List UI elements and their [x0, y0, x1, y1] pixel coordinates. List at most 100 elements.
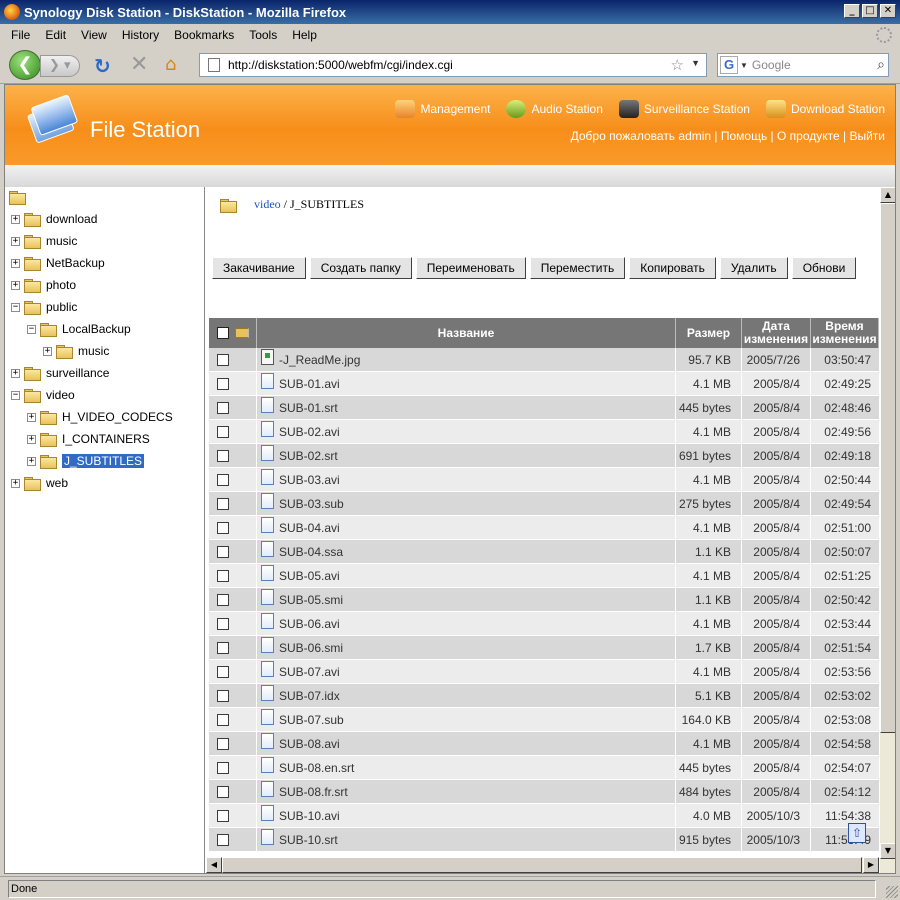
- file-name-cell[interactable]: -J_ReadMe.jpg: [257, 348, 676, 371]
- tree-item-web[interactable]: + web: [11, 473, 68, 493]
- back-button[interactable]: ❮: [9, 50, 41, 80]
- file-name-cell[interactable]: SUB-10.srt: [257, 828, 676, 851]
- delete-button[interactable]: Удалить: [719, 257, 788, 279]
- vertical-scrollbar[interactable]: ▲ ▼: [880, 187, 895, 873]
- scroll-down-button[interactable]: ▼: [880, 843, 895, 859]
- menu-view[interactable]: View: [81, 28, 107, 42]
- row-checkbox[interactable]: [217, 569, 229, 582]
- tree-item-video[interactable]: − video: [11, 385, 75, 405]
- expand-icon[interactable]: +: [11, 280, 20, 290]
- menu-file[interactable]: File: [11, 28, 30, 42]
- minimize-button[interactable]: _: [844, 4, 860, 18]
- table-row[interactable]: SUB-02.avi 4.1 MB 2005/8/4 02:49:56: [209, 420, 879, 444]
- tree-item-j-subtitles[interactable]: + J_SUBTITLES: [27, 451, 145, 471]
- tree-item-music[interactable]: + music: [11, 231, 77, 251]
- collapse-icon[interactable]: −: [11, 390, 20, 400]
- stop-icon[interactable]: ✕: [130, 52, 148, 77]
- table-row[interactable]: SUB-04.avi 4.1 MB 2005/8/4 02:51:00: [209, 516, 879, 540]
- table-row[interactable]: SUB-02.srt 691 bytes 2005/8/4 02:49:18: [209, 444, 879, 468]
- menu-help[interactable]: Help: [292, 28, 317, 42]
- row-checkbox[interactable]: [217, 713, 229, 726]
- tree-item-music[interactable]: + music: [43, 341, 109, 361]
- file-name-cell[interactable]: SUB-05.avi: [257, 564, 676, 587]
- column-date[interactable]: Дата изменения: [742, 318, 811, 348]
- table-row[interactable]: SUB-07.sub 164.0 KB 2005/8/4 02:53:08: [209, 708, 879, 732]
- menu-history[interactable]: History: [122, 28, 159, 42]
- file-name[interactable]: SUB-03.avi: [279, 473, 340, 487]
- file-name[interactable]: SUB-08.avi: [279, 737, 340, 751]
- file-name-cell[interactable]: SUB-01.srt: [257, 396, 676, 419]
- forward-button[interactable]: ❯ ▾: [40, 55, 80, 77]
- scroll-left-button[interactable]: ◀: [206, 857, 222, 873]
- table-row[interactable]: SUB-10.srt 915 bytes2005/10/311:53:49: [209, 828, 879, 852]
- file-name[interactable]: SUB-03.sub: [279, 497, 344, 511]
- management-link[interactable]: Management: [395, 100, 490, 118]
- move-button[interactable]: Переместить: [529, 257, 626, 279]
- menu-edit[interactable]: Edit: [45, 28, 66, 42]
- collapse-icon[interactable]: −: [11, 302, 20, 312]
- file-name[interactable]: SUB-04.avi: [279, 521, 340, 535]
- search-input[interactable]: Google: [752, 58, 791, 72]
- column-name[interactable]: Название: [257, 318, 676, 348]
- tree-item-public[interactable]: − public: [11, 297, 77, 317]
- table-row[interactable]: SUB-08.avi 4.1 MB 2005/8/4 02:54:58: [209, 732, 879, 756]
- select-all-checkbox[interactable]: [216, 327, 229, 339]
- row-checkbox[interactable]: [217, 737, 229, 750]
- file-name-cell[interactable]: SUB-06.smi: [257, 636, 676, 659]
- table-row[interactable]: SUB-06.avi 4.1 MB 2005/8/4 02:53:44: [209, 612, 879, 636]
- table-row[interactable]: SUB-07.idx 5.1 KB 2005/8/4 02:53:02: [209, 684, 879, 708]
- file-name-cell[interactable]: SUB-03.avi: [257, 468, 676, 491]
- tree-item-download[interactable]: + download: [11, 209, 97, 229]
- copy-button[interactable]: Копировать: [629, 257, 716, 279]
- tree-item-surveillance[interactable]: + surveillance: [11, 363, 109, 383]
- table-row[interactable]: SUB-08.fr.srt 484 bytes 2005/8/4 02:54:12: [209, 780, 879, 804]
- horizontal-scroll-thumb[interactable]: [222, 857, 862, 873]
- tree-item-netbackup[interactable]: + NetBackup: [11, 253, 105, 273]
- user-links[interactable]: Добро пожаловать admin | Помощь | О прод…: [571, 129, 885, 143]
- file-name[interactable]: -J_ReadMe.jpg: [279, 353, 360, 367]
- file-name-cell[interactable]: SUB-01.avi: [257, 372, 676, 395]
- bookmark-star-icon[interactable]: ☆: [671, 56, 684, 74]
- scroll-up-button[interactable]: ▲: [880, 187, 895, 203]
- table-row[interactable]: SUB-06.smi 1.7 KB 2005/8/4 02:51:54: [209, 636, 879, 660]
- row-checkbox[interactable]: [217, 473, 229, 486]
- menu-bookmarks[interactable]: Bookmarks: [174, 28, 234, 42]
- row-checkbox[interactable]: [217, 641, 229, 654]
- tree-item-i-containers[interactable]: + I_CONTAINERS: [27, 429, 150, 449]
- file-name-cell[interactable]: SUB-03.sub: [257, 492, 676, 515]
- audio-station-link[interactable]: Audio Station: [506, 100, 603, 118]
- file-name-cell[interactable]: SUB-08.en.srt: [257, 756, 676, 779]
- horizontal-scrollbar[interactable]: ◀ ▶: [206, 857, 879, 873]
- file-name-cell[interactable]: SUB-06.avi: [257, 612, 676, 635]
- row-checkbox[interactable]: [217, 689, 229, 702]
- table-row[interactable]: SUB-05.smi 1.1 KB 2005/8/4 02:50:42: [209, 588, 879, 612]
- scroll-right-button[interactable]: ▶: [863, 857, 879, 873]
- row-checkbox[interactable]: [217, 521, 229, 534]
- file-name-cell[interactable]: SUB-08.avi: [257, 732, 676, 755]
- row-checkbox[interactable]: [217, 497, 229, 510]
- tree-item-localbackup[interactable]: − LocalBackup: [27, 319, 131, 339]
- row-checkbox[interactable]: [217, 617, 229, 630]
- file-name-cell[interactable]: SUB-10.avi: [257, 804, 676, 827]
- expand-icon[interactable]: +: [11, 236, 20, 246]
- row-checkbox[interactable]: [217, 425, 229, 438]
- expand-icon[interactable]: +: [11, 258, 20, 268]
- file-name[interactable]: SUB-01.avi: [279, 377, 340, 391]
- rename-button[interactable]: Переименовать: [415, 257, 526, 279]
- file-name[interactable]: SUB-10.avi: [279, 809, 340, 823]
- table-row[interactable]: SUB-07.avi 4.1 MB 2005/8/4 02:53:56: [209, 660, 879, 684]
- table-row[interactable]: SUB-10.avi 4.0 MB 2005/10/3 11:54:38: [209, 804, 879, 828]
- table-row[interactable]: -J_ReadMe.jpg 95.7 KB 2005/7/26 03:50:47: [209, 348, 879, 372]
- refresh-button[interactable]: Обнови: [791, 257, 857, 279]
- file-name[interactable]: SUB-05.smi: [279, 593, 343, 607]
- file-name-cell[interactable]: SUB-07.avi: [257, 660, 676, 683]
- table-row[interactable]: SUB-04.ssa 1.1 KB 2005/8/4 02:50:07: [209, 540, 879, 564]
- row-checkbox[interactable]: [217, 353, 229, 366]
- tree-item-photo[interactable]: + photo: [11, 275, 76, 295]
- expand-icon[interactable]: +: [27, 412, 36, 422]
- row-checkbox[interactable]: [217, 665, 229, 678]
- file-name-cell[interactable]: SUB-04.avi: [257, 516, 676, 539]
- reload-icon[interactable]: ↻: [94, 54, 111, 78]
- file-name[interactable]: SUB-07.sub: [279, 713, 344, 727]
- vertical-scroll-thumb[interactable]: [880, 203, 895, 733]
